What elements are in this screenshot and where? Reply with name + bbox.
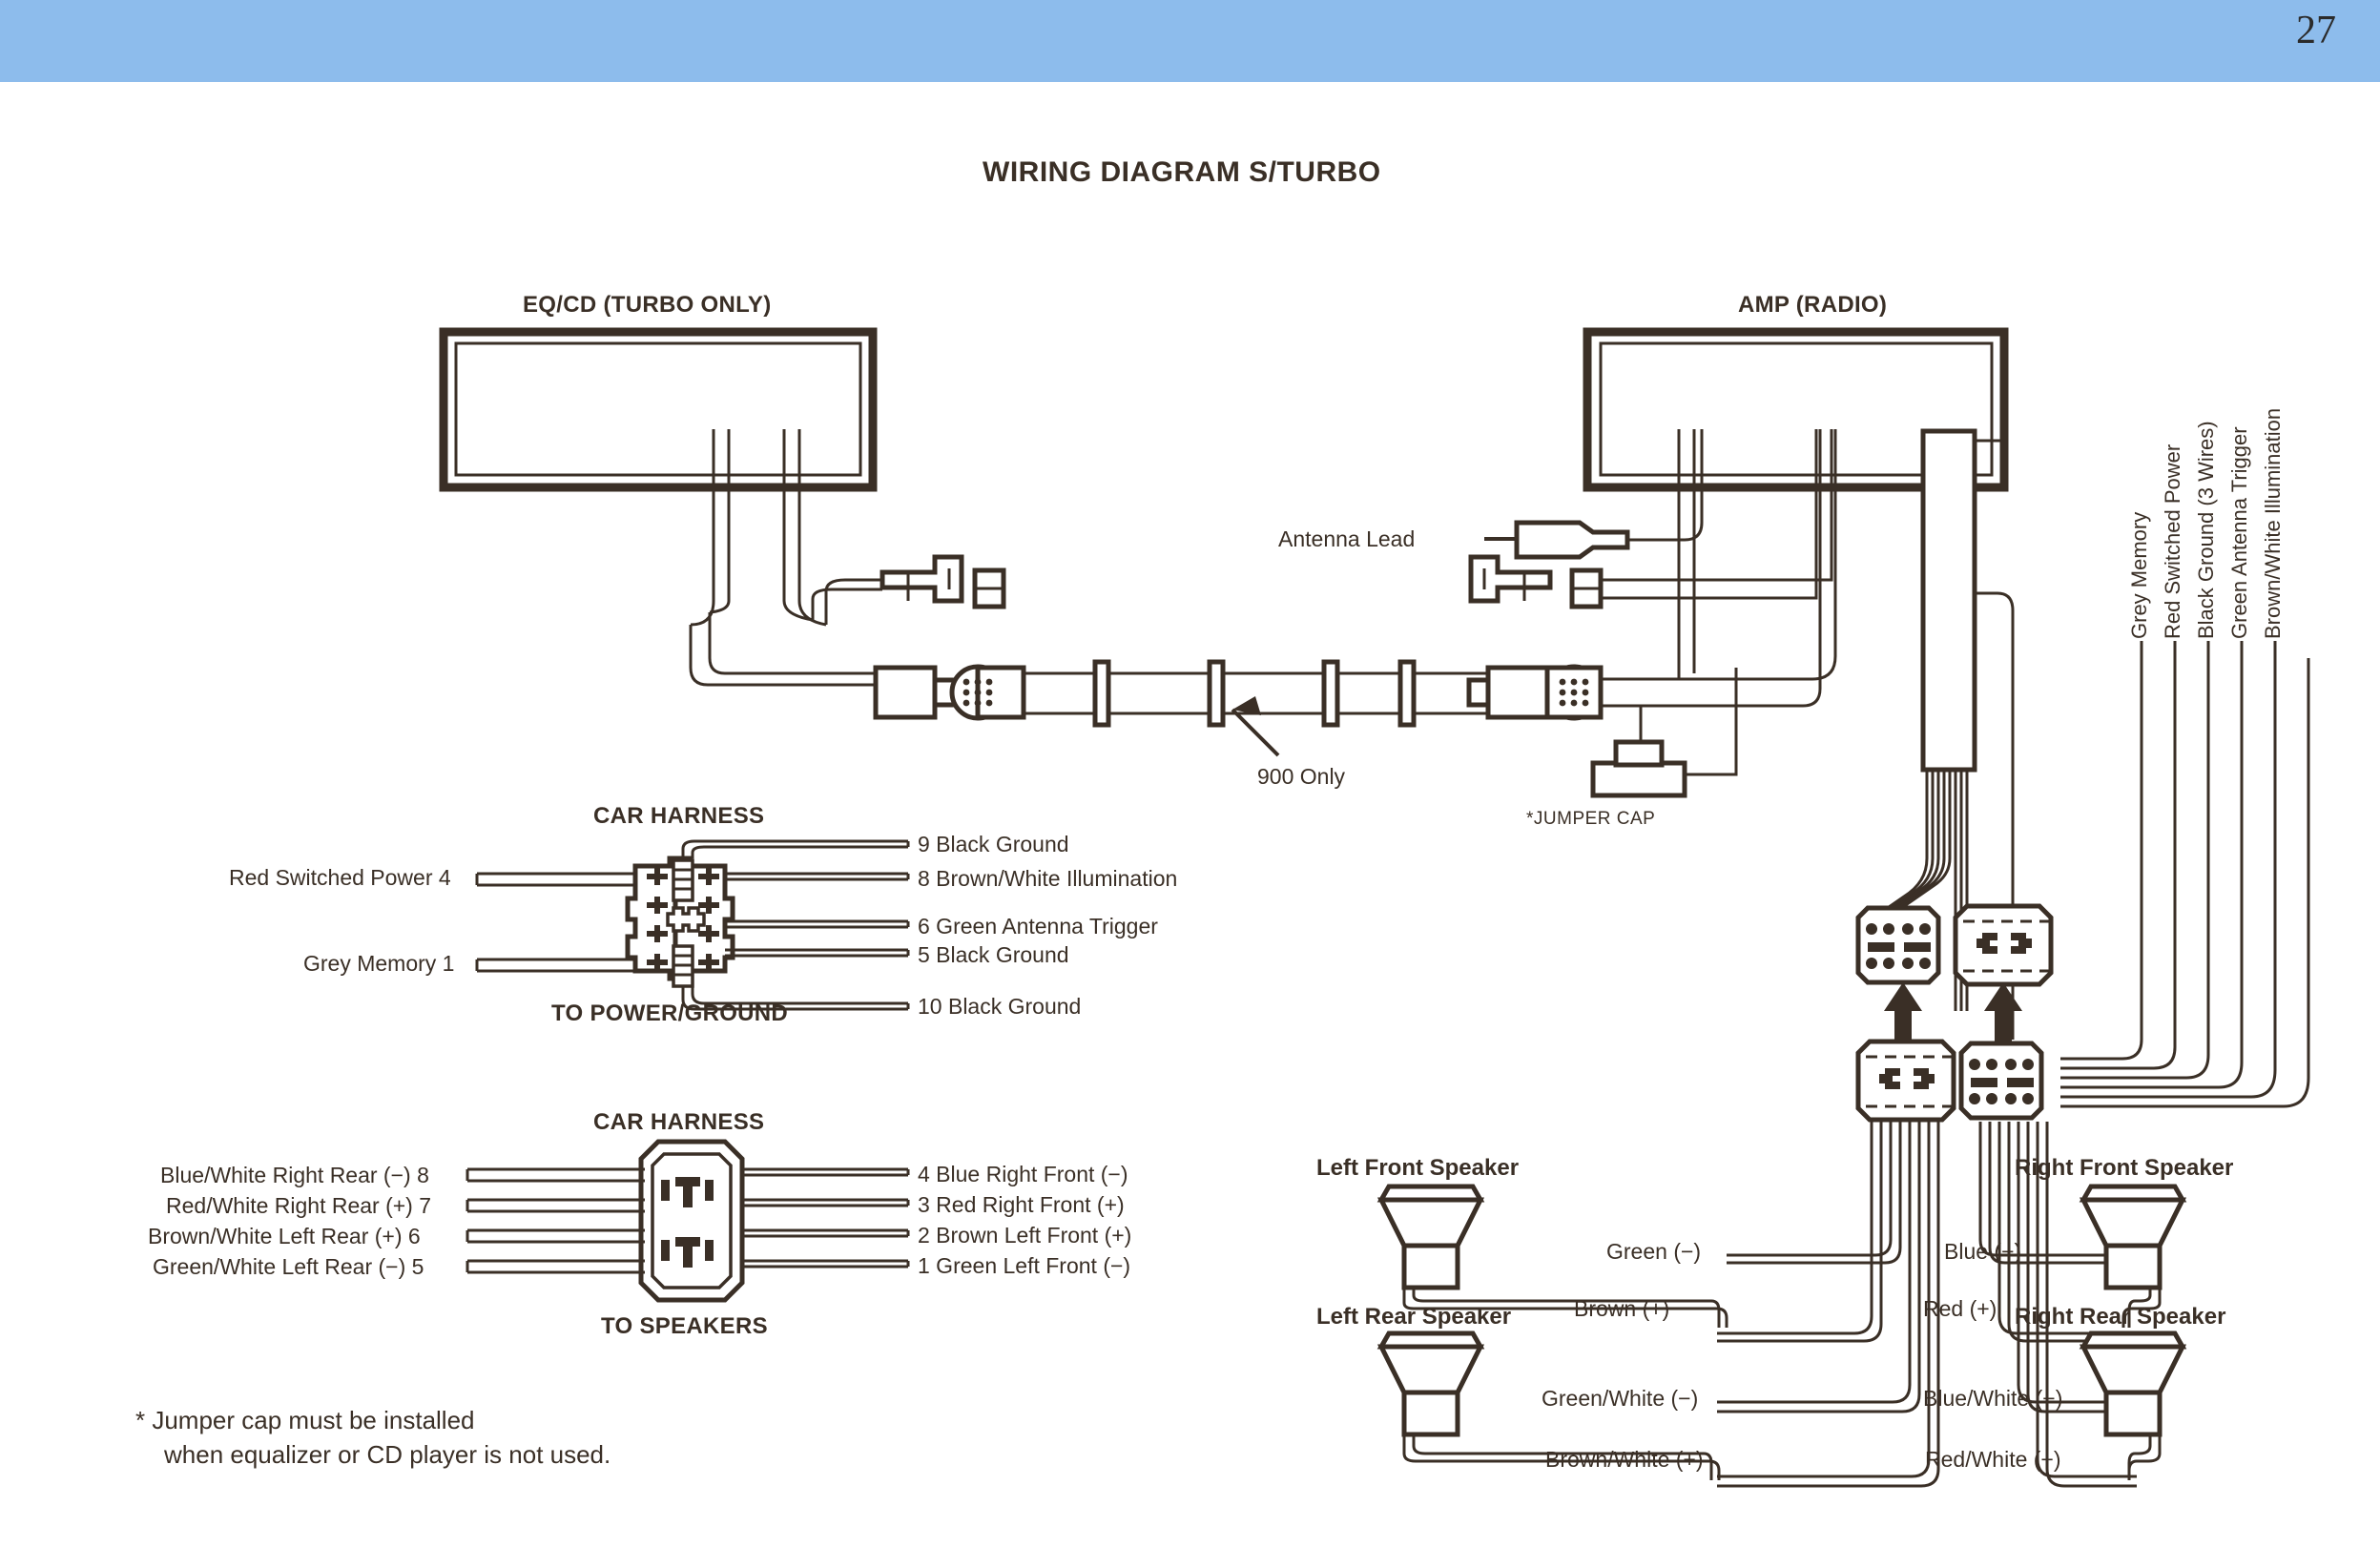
eq-cd-unit [439,327,878,492]
amp-connector-pair-right [1953,903,2054,987]
mating-arrow-right [1984,982,2022,1043]
right-rear-speaker-icon [2079,1330,2187,1437]
amp-leads [1601,429,1837,708]
left-rear-pos-label: Brown/White (+) [1545,1447,1704,1472]
amp-upper-connector [1468,554,1604,609]
amp-label: AMP (RADIO) [1738,292,1887,318]
left-rear-neg-label: Green/White (−) [1542,1386,1698,1411]
speaker-right-label-0: 4 Blue Right Front (−) [918,1162,1128,1186]
speaker-harness-left-wires [466,1167,645,1274]
speaker-harness-right-wires [742,1167,910,1269]
speaker-right-label-1: 3 Red Right Front (+) [918,1192,1125,1217]
antenna-lead-group: Antenna Lead [1278,429,1704,560]
left-front-pos-label: Brown (+) [1574,1296,1669,1321]
left-front-neg-label: Green (−) [1606,1239,1701,1264]
footnote-line-1: * Jumper cap must be installed [135,1406,475,1434]
power-right-label-4: 10 Black Ground [918,994,1081,1019]
amp-connector-pair-left [1855,905,1941,985]
right-rear-pos-label: Red/White (+) [1925,1447,2061,1472]
power-left-label-1: Grey Memory 1 [303,951,454,976]
power-harness-left-wires [475,872,635,973]
car-connector-pair-left [1855,1039,1956,1123]
speaker-harness-subtitle: TO SPEAKERS [601,1313,768,1339]
left-rear-speaker-icon [1376,1330,1485,1437]
main-cable-run [1024,659,1488,728]
speaker-right-label-3: 1 Green Left Front (−) [918,1253,1130,1278]
vertical-label-red-switched-power: Red Switched Power [2161,444,2184,639]
eq-cd-leads [689,429,882,687]
power-right-label-3: 5 Black Ground [918,942,1069,967]
vertical-label-brown-white-illumination: Brown/White Illumination [2261,408,2285,639]
vertical-wire-bundle [2060,641,2310,1108]
power-left-label-0: Red Switched Power 4 [229,865,451,890]
speaker-harness-connector [638,1139,745,1303]
power-right-label-1: 8 Brown/White Illumination [918,866,1177,891]
vertical-label-grey-memory: Grey Memory [2127,512,2151,639]
round-pin-connector-left [949,664,1026,721]
diagram-page: 27 WIRING DIAGRAM S/TURBO EQ/CD (TURBO O… [0,0,2380,1547]
mating-arrow-left [1884,982,1922,1043]
power-harness-title: CAR HARNESS [593,803,764,829]
diagram-title: WIRING DIAGRAM S/TURBO [983,156,1381,188]
eq-cd-lower-connector [873,664,1026,721]
right-rear-neg-label: Blue/White (−) [1923,1386,2062,1411]
vertical-label-green-antenna-trigger: Green Antenna Trigger [2227,426,2251,639]
speaker-right-label-2: 2 Brown Left Front (+) [918,1223,1131,1248]
wiring-diagram-canvas: WIRING DIAGRAM S/TURBO EQ/CD (TURBO ONLY… [135,156,2310,1488]
car-connector-pair-right [1958,1041,2044,1121]
speaker-left-label-2: Brown/White Left Rear (+) 6 [148,1224,421,1248]
left-rear-speaker-label: Left Rear Speaker [1316,1304,1511,1330]
left-front-speaker-icon [1376,1184,1485,1290]
left-front-speaker-label: Left Front Speaker [1316,1155,1519,1181]
power-right-label-2: 6 Green Antenna Trigger [918,914,1158,939]
speaker-left-label-1: Red/White Right Rear (+) 7 [166,1193,431,1218]
amp-lower-connector [1466,664,1604,721]
right-rear-speaker-label: Right Rear Speaker [2015,1304,2225,1330]
right-front-speaker-label: Right Front Speaker [2015,1155,2233,1181]
round-pin-connector-right [1544,664,1604,721]
900-only-label: 900 Only [1257,764,1346,789]
antenna-lead-label: Antenna Lead [1278,526,1415,551]
eq-cd-upper-connector [880,554,1006,609]
eq-cd-label: EQ/CD (TURBO ONLY) [523,292,772,318]
right-front-speaker-icon [2079,1184,2187,1290]
right-front-neg-label: Blue (−) [1944,1239,2021,1264]
right-front-pos-label: Red (+) [1923,1296,1997,1321]
power-right-label-0: 9 Black Ground [918,832,1069,856]
power-harness-connector [625,856,735,988]
speaker-left-label-3: Green/White Left Rear (−) 5 [153,1254,424,1279]
jumper-cap-label: *JUMPER CAP [1526,809,1655,829]
footnote-line-2: when equalizer or CD player is not used. [163,1440,611,1469]
vertical-label-black-ground: Black Ground (3 Wires) [2194,421,2218,639]
speaker-harness-title: CAR HARNESS [593,1109,764,1135]
speaker-left-label-0: Blue/White Right Rear (−) 8 [160,1163,429,1187]
